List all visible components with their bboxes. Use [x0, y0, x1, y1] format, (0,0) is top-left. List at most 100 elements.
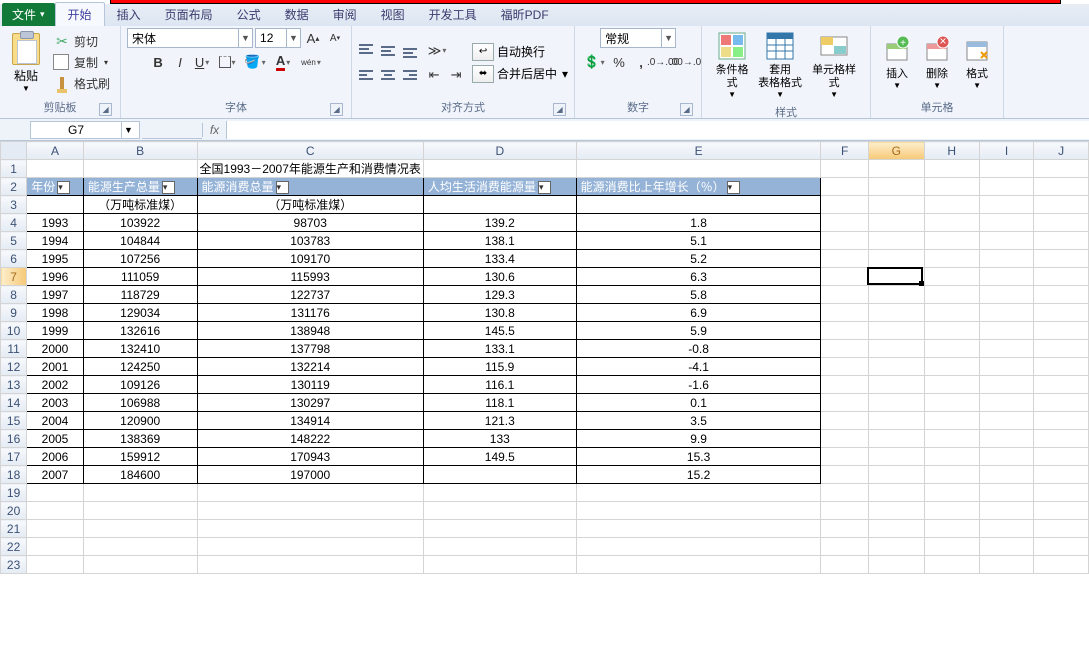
- cell[interactable]: [821, 286, 868, 304]
- row-header[interactable]: 18: [1, 466, 27, 484]
- row-header[interactable]: 9: [1, 304, 27, 322]
- clipboard-dialog-launcher[interactable]: ◢: [99, 103, 112, 116]
- currency-button[interactable]: 💲▾: [581, 52, 607, 72]
- cell[interactable]: 170943: [197, 448, 423, 466]
- cell[interactable]: [868, 394, 924, 412]
- cell[interactable]: 115993: [197, 268, 423, 286]
- row-header[interactable]: 16: [1, 430, 27, 448]
- cell[interactable]: （万吨标准煤）: [83, 196, 197, 214]
- font-name-combo[interactable]: ▼: [127, 28, 253, 48]
- cell[interactable]: 109126: [83, 376, 197, 394]
- cell[interactable]: [576, 556, 821, 574]
- cell[interactable]: [1034, 466, 1089, 484]
- cell[interactable]: [979, 196, 1033, 214]
- paste-button[interactable]: 粘贴 ▼: [6, 33, 46, 93]
- cell[interactable]: 120900: [83, 412, 197, 430]
- cell[interactable]: 138369: [83, 430, 197, 448]
- cell[interactable]: -1.6: [576, 376, 821, 394]
- cell[interactable]: 109170: [197, 250, 423, 268]
- number-format-combo[interactable]: ▼: [600, 28, 676, 48]
- cell[interactable]: [868, 448, 924, 466]
- cell[interactable]: [924, 340, 979, 358]
- cell[interactable]: [1034, 160, 1089, 178]
- cell[interactable]: [1034, 556, 1089, 574]
- cell[interactable]: 197000: [197, 466, 423, 484]
- row-header[interactable]: 22: [1, 538, 27, 556]
- phonetic-button[interactable]: wén▾: [298, 52, 324, 72]
- cell[interactable]: [1034, 376, 1089, 394]
- cell[interactable]: [576, 484, 821, 502]
- cell[interactable]: [979, 214, 1033, 232]
- cell[interactable]: [979, 376, 1033, 394]
- cell[interactable]: 138.1: [423, 232, 576, 250]
- cell[interactable]: 1998: [27, 304, 84, 322]
- cell[interactable]: [868, 160, 924, 178]
- cell[interactable]: [83, 502, 197, 520]
- tab-insert[interactable]: 插入: [105, 3, 153, 26]
- cell[interactable]: [1034, 214, 1089, 232]
- cell[interactable]: [197, 484, 423, 502]
- cell[interactable]: [821, 340, 868, 358]
- cell[interactable]: 6.3: [576, 268, 821, 286]
- cell[interactable]: 能源消费比上年增长（％）▾: [576, 178, 821, 196]
- cell[interactable]: [27, 484, 84, 502]
- cell[interactable]: [979, 286, 1033, 304]
- cell[interactable]: [868, 250, 924, 268]
- align-center-button[interactable]: [380, 65, 400, 85]
- row-header[interactable]: 5: [1, 232, 27, 250]
- row-header[interactable]: 7: [1, 268, 27, 286]
- cell[interactable]: [979, 484, 1033, 502]
- number-format-input[interactable]: [601, 29, 661, 47]
- cell[interactable]: [1034, 538, 1089, 556]
- alignment-dialog-launcher[interactable]: ◢: [553, 103, 566, 116]
- column-header[interactable]: F: [821, 142, 868, 160]
- filter-button[interactable]: ▾: [538, 181, 551, 194]
- cell[interactable]: 2000: [27, 340, 84, 358]
- cell[interactable]: [868, 196, 924, 214]
- column-header[interactable]: A: [27, 142, 84, 160]
- cell[interactable]: [924, 448, 979, 466]
- cell[interactable]: 人均生活消费能源量▾: [423, 178, 576, 196]
- cell[interactable]: 1994: [27, 232, 84, 250]
- cell[interactable]: [27, 538, 84, 556]
- cell[interactable]: [1034, 250, 1089, 268]
- column-header[interactable]: D: [423, 142, 576, 160]
- cell[interactable]: [924, 160, 979, 178]
- cell[interactable]: 2006: [27, 448, 84, 466]
- cell[interactable]: [924, 466, 979, 484]
- cell[interactable]: [83, 520, 197, 538]
- cell[interactable]: [979, 160, 1033, 178]
- cell[interactable]: [979, 466, 1033, 484]
- tab-data[interactable]: 数据: [273, 3, 321, 26]
- tab-review[interactable]: 审阅: [321, 3, 369, 26]
- cell[interactable]: [423, 520, 576, 538]
- cell[interactable]: [979, 556, 1033, 574]
- format-as-table-button[interactable]: 套用 表格格式▼: [756, 28, 804, 102]
- cell[interactable]: 130.6: [423, 268, 576, 286]
- cell[interactable]: [423, 556, 576, 574]
- cell[interactable]: 132616: [83, 322, 197, 340]
- cell[interactable]: [868, 430, 924, 448]
- row-header[interactable]: 12: [1, 358, 27, 376]
- cell[interactable]: 6.9: [576, 304, 821, 322]
- cell[interactable]: [924, 556, 979, 574]
- increase-indent-button[interactable]: ⇥: [446, 65, 466, 85]
- cell[interactable]: [821, 412, 868, 430]
- cell[interactable]: [821, 484, 868, 502]
- cell[interactable]: [27, 160, 84, 178]
- cell[interactable]: -0.8: [576, 340, 821, 358]
- cell[interactable]: 2005: [27, 430, 84, 448]
- cell[interactable]: [868, 538, 924, 556]
- row-header[interactable]: 23: [1, 556, 27, 574]
- cell[interactable]: 5.9: [576, 322, 821, 340]
- filter-button[interactable]: ▾: [162, 181, 175, 194]
- cell[interactable]: [423, 538, 576, 556]
- cell[interactable]: [821, 520, 868, 538]
- cell[interactable]: 15.2: [576, 466, 821, 484]
- cell[interactable]: [979, 322, 1033, 340]
- cell[interactable]: [576, 502, 821, 520]
- cell[interactable]: [924, 196, 979, 214]
- cell[interactable]: [1034, 340, 1089, 358]
- cell[interactable]: [979, 268, 1033, 286]
- cell[interactable]: [868, 322, 924, 340]
